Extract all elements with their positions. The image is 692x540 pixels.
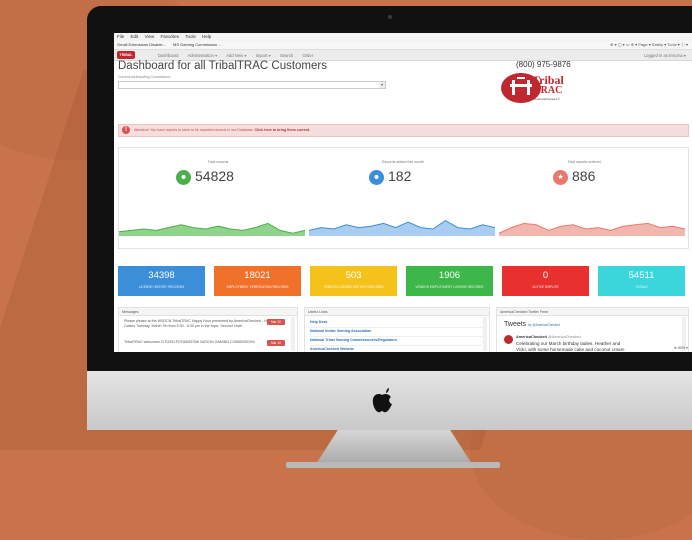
monitor-stand xyxy=(316,430,472,464)
messages-scrollbar[interactable] xyxy=(291,317,295,351)
user-icon: ☻ xyxy=(369,170,384,185)
account-menu[interactable]: Logged in as Inscrna ▾ xyxy=(644,53,686,58)
tweets-heading: Tweets by @AmericaChecked xyxy=(504,321,560,328)
sparkline-area xyxy=(499,223,685,236)
chevron-down-icon[interactable]: ▾ xyxy=(379,82,385,88)
menu-help[interactable]: Help xyxy=(202,34,211,39)
alert-text: Attention! You have reports in store to … xyxy=(134,128,310,132)
dashboard-page: Dashboard for all TribalTRAC Customers C… xyxy=(114,59,692,352)
favorite-link[interactable]: MS Gaming Commission ... xyxy=(173,42,222,47)
avatar[interactable] xyxy=(504,335,513,344)
link-ntgcr[interactable]: National Tribal Gaming Commissioners/Reg… xyxy=(310,338,397,342)
zoom-level[interactable]: ⊕ 80% ▾ xyxy=(674,346,688,350)
brand-subtitle: AmericaChecked © xyxy=(534,97,560,101)
tile-value: 0 xyxy=(542,270,549,281)
browser-menubar: File Edit View Favorites Tools Help xyxy=(114,33,692,41)
messages-title: Messages xyxy=(119,308,297,316)
tile-label: EMPLOYMENT VERIFICATION RECORDS xyxy=(226,285,289,289)
stat-title-reports-ordered: Total reports ordered xyxy=(567,160,601,164)
tile-employment-verification[interactable]: 18021 EMPLOYMENT VERIFICATION RECORDS xyxy=(214,266,301,296)
sparkline-records-month xyxy=(309,220,495,236)
tweet-author-name: AmericaChecked xyxy=(516,335,547,339)
link-niga[interactable]: National Indian Gaming Association xyxy=(310,329,371,333)
menu-tools[interactable]: Tools xyxy=(185,34,196,39)
menu-file[interactable]: File xyxy=(117,34,124,39)
tweet-author[interactable]: AmericaChecked @AmericaChecked xyxy=(516,335,581,339)
link-americachecked[interactable]: AmericaChecked Website xyxy=(310,347,354,351)
camera xyxy=(388,15,392,19)
menu-view[interactable]: View xyxy=(145,34,155,39)
link-help-desk[interactable]: Help Desk xyxy=(310,320,327,324)
apple-logo-icon xyxy=(372,388,392,413)
tweets-heading-text: Tweets xyxy=(504,321,527,328)
tile-value: 18021 xyxy=(244,270,271,281)
tile-value: 34398 xyxy=(148,270,175,281)
nav-import[interactable]: Import ▾ xyxy=(256,53,271,58)
site-logo[interactable]: TRIBAL xyxy=(117,51,135,59)
tile-vendor-license-history[interactable]: 503 VENDOR LICENSE HISTORY RECORDS xyxy=(310,266,397,296)
nav-links: Dashboard Administration ▾ Add New ▾ Imp… xyxy=(158,53,321,58)
tile-label: VENDOR LICENSE HISTORY RECORDS xyxy=(323,285,384,289)
attention-alert: ! Attention! You have reports in store t… xyxy=(118,124,689,137)
useful-links-title: Useful Links xyxy=(305,308,489,316)
page-title: Dashboard for all TribalTRAC Customers xyxy=(118,60,327,72)
stat-title-records-month: Records added this month xyxy=(382,160,424,164)
stats-panel: Total records ☻ 54828 Records added this… xyxy=(118,147,689,249)
divider xyxy=(310,327,482,328)
divider xyxy=(310,336,482,337)
brand-name-trac: TRAC xyxy=(534,85,563,96)
message-date-badge: Mar 10 xyxy=(267,319,285,325)
tweet-author-handle: @AmericaChecked xyxy=(547,335,581,339)
tile-label: ACTIVE DISPUTE xyxy=(532,285,559,289)
menu-favorites[interactable]: Favorites xyxy=(161,34,180,39)
star-icon: ★ xyxy=(553,170,568,185)
commission-select[interactable]: ▾ xyxy=(118,81,386,89)
sparkline-reports-ordered xyxy=(499,222,685,236)
stat-value-records-month: 182 xyxy=(388,168,412,184)
browser-toolbar-icons[interactable]: ⊕ ▾ ▢ ▾ ▭ ⊕ ▾ Page ▾ Safety ▾ Tools ▾ ⓘ … xyxy=(610,42,688,48)
tile-totals[interactable]: 54511 TOTALS xyxy=(598,266,685,296)
messages-panel: Messages Please please at the WSGCN Trib… xyxy=(118,307,298,352)
tile-label: VENDOR EMPLOYMENT LICENSE RECORDS xyxy=(415,285,484,289)
message-item: TribalTRAC welcomes CITIZEN POTAWATOMI N… xyxy=(124,340,255,344)
message-item: Please please at the WSGCN TribalTRAC Ha… xyxy=(124,319,282,328)
commission-select-label: Current participating Commission: xyxy=(118,75,171,79)
alert-message: Attention! You have reports in store to … xyxy=(134,128,255,132)
tweets-handle[interactable]: by @AmericaChecked xyxy=(528,323,560,327)
tile-label: TOTALS xyxy=(635,285,648,289)
tile-vendor-employment[interactable]: 1906 VENDOR EMPLOYMENT LICENSE RECORDS xyxy=(406,266,493,296)
tile-license-history[interactable]: 34398 LICENSE HISTORY RECORDS xyxy=(118,266,205,296)
message-date-badge: Mar 10 xyxy=(267,340,285,346)
stat-title-total-records: Total records xyxy=(207,160,229,164)
tile-label: LICENSE HISTORY RECORDS xyxy=(138,285,185,289)
twitter-title: AmericaChecked Twitter Feed xyxy=(497,308,688,316)
monitor-stand-base xyxy=(286,462,500,468)
divider xyxy=(310,345,482,346)
tweet-text: Celebrating our March birthday ladies, H… xyxy=(516,341,625,352)
favorites-bar: Gmail Extensions Disable... MS Gaming Co… xyxy=(114,41,692,50)
nav-order[interactable]: Order xyxy=(302,53,313,58)
nav-administration[interactable]: Administration ▾ xyxy=(187,53,217,58)
phone-number: (800) 975-9876 xyxy=(516,60,571,69)
useful-links-panel: Useful Links Help Desk National Indian G… xyxy=(304,307,490,352)
user-icon: ☻ xyxy=(176,170,191,185)
links-scrollbar[interactable] xyxy=(483,317,487,351)
menu-edit[interactable]: Edit xyxy=(131,34,139,39)
tile-value: 54511 xyxy=(628,270,655,281)
screen: File Edit View Favorites Tools Help Gmai… xyxy=(114,33,692,352)
alert-icon: ! xyxy=(122,126,130,134)
favorite-link[interactable]: Gmail Extensions Disable... xyxy=(117,42,166,47)
sparkline-total-records xyxy=(119,222,305,236)
twitter-panel: AmericaChecked Twitter Feed Tweets by @A… xyxy=(496,307,689,352)
nav-add-new[interactable]: Add New ▾ xyxy=(226,53,246,58)
nav-search[interactable]: Search xyxy=(280,53,293,58)
nav-dashboard[interactable]: Dashboard xyxy=(158,53,179,58)
stat-value-reports-ordered: 886 xyxy=(572,168,596,184)
tile-active-dispute[interactable]: 0 ACTIVE DISPUTE xyxy=(502,266,589,296)
stat-value-total-records: 54828 xyxy=(195,168,234,184)
tile-value: 503 xyxy=(345,270,362,281)
tile-value: 1906 xyxy=(438,270,461,281)
alert-link[interactable]: Click here to bring them current. xyxy=(255,128,311,132)
monitor: File Edit View Favorites Tools Help Gmai… xyxy=(87,6,692,371)
